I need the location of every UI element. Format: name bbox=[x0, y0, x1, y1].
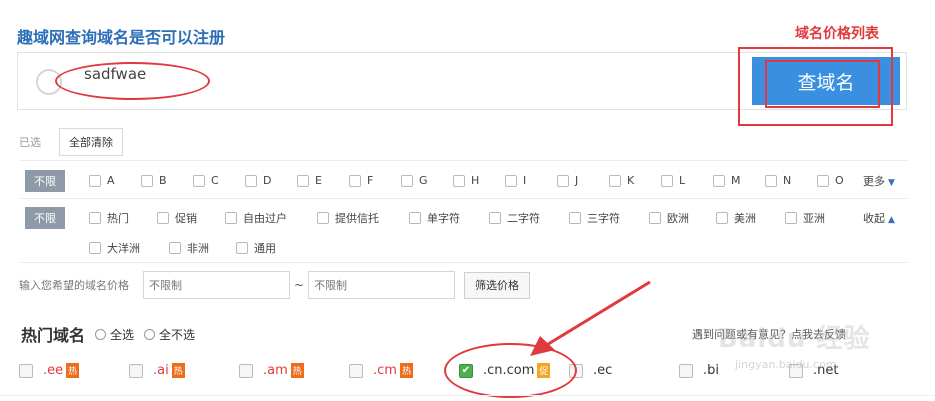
divider bbox=[0, 395, 935, 401]
watermark-url: jingyan.baidu.com bbox=[735, 358, 837, 371]
watermark-logo: Baidu 经验 bbox=[718, 324, 871, 354]
